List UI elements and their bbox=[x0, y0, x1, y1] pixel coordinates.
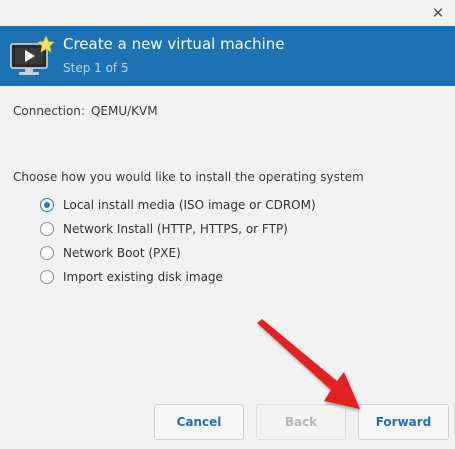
radio-label: Network Boot (PXE) bbox=[63, 246, 181, 260]
radio-button[interactable] bbox=[40, 270, 54, 284]
back-button[interactable]: Back bbox=[256, 404, 346, 440]
install-prompt: Choose how you would like to install the… bbox=[13, 170, 364, 184]
install-method-options: Local install media (ISO image or CDROM)… bbox=[40, 193, 316, 289]
step-indicator: Step 1 of 5 bbox=[63, 61, 129, 75]
radio-button-selected[interactable] bbox=[40, 198, 54, 212]
connection-label: Connection: bbox=[13, 104, 85, 118]
forward-button[interactable]: Forward bbox=[358, 404, 449, 440]
radio-label: Network Install (HTTP, HTTPS, or FTP) bbox=[63, 222, 288, 236]
radio-label: Import existing disk image bbox=[63, 270, 223, 284]
radio-label: Local install media (ISO image or CDROM) bbox=[63, 198, 316, 212]
virtual-machine-icon bbox=[10, 35, 54, 75]
radio-button[interactable] bbox=[40, 246, 54, 260]
radio-button[interactable] bbox=[40, 222, 54, 236]
close-icon: ✕ bbox=[431, 4, 445, 22]
header-banner: Create a new virtual machine Step 1 of 5 bbox=[0, 26, 455, 86]
radio-local-install[interactable]: Local install media (ISO image or CDROM) bbox=[40, 193, 316, 217]
connection-info: Connection: QEMU/KVM bbox=[13, 104, 158, 118]
close-button[interactable]: ✕ bbox=[427, 2, 449, 24]
title-bar: ✕ bbox=[0, 0, 455, 26]
connection-value: QEMU/KVM bbox=[90, 104, 158, 118]
radio-network-install[interactable]: Network Install (HTTP, HTTPS, or FTP) bbox=[40, 217, 316, 241]
cancel-button[interactable]: Cancel bbox=[154, 404, 244, 440]
page-title: Create a new virtual machine bbox=[63, 35, 285, 53]
radio-network-boot[interactable]: Network Boot (PXE) bbox=[40, 241, 316, 265]
radio-import-disk[interactable]: Import existing disk image bbox=[40, 265, 316, 289]
